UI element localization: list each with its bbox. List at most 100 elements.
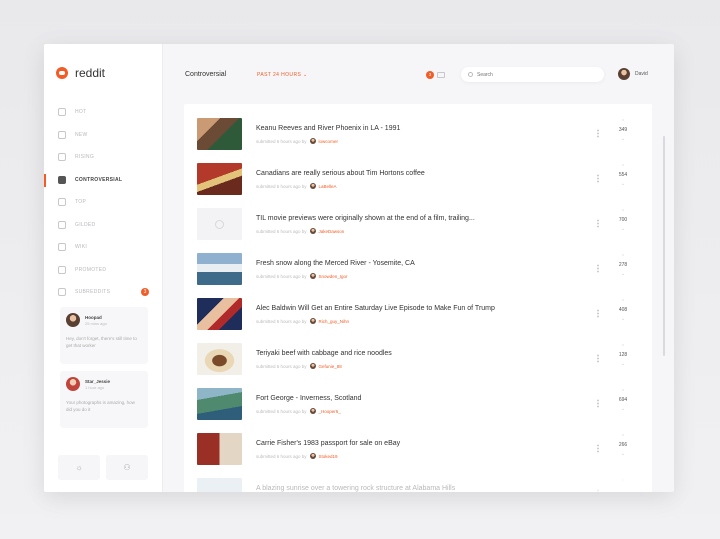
downvote-icon[interactable]: ⌄ — [613, 315, 633, 323]
trophy-icon — [58, 198, 66, 207]
sidebar-item-promoted[interactable]: PROMOTED — [44, 259, 163, 282]
post-thumbnail[interactable] — [197, 343, 242, 375]
upvote-icon[interactable]: ⌃ — [613, 163, 633, 171]
post-thumbnail[interactable] — [197, 433, 242, 465]
post-author[interactable]: lowcorner — [319, 139, 339, 144]
downvote-icon[interactable]: ⌄ — [613, 135, 633, 143]
downvote-icon[interactable]: ⌄ — [613, 405, 633, 413]
app-window: reddit HOT NEW RISING CONTROVERSIAL TOP — [44, 44, 674, 492]
post-meta-text: submitted 6 hours ago by — [256, 408, 307, 414]
logo[interactable]: reddit — [56, 66, 105, 80]
post-thumbnail[interactable] — [197, 163, 242, 195]
more-options-icon[interactable] — [597, 489, 599, 492]
post-item[interactable]: Keanu Reeves and River Phoenix in LA - 1… — [197, 118, 639, 154]
more-options-icon[interactable] — [597, 399, 599, 408]
post-item[interactable]: A blazing sunrise over a towering rock s… — [197, 478, 639, 492]
settings-button[interactable]: ☼ — [58, 455, 100, 480]
notification-badge[interactable]: 3 — [426, 71, 434, 79]
post-thumbnail[interactable] — [197, 208, 242, 240]
chevron-down-icon: ⌄ — [303, 72, 308, 78]
post-title[interactable]: Canadians are really serious about Tim H… — [256, 170, 425, 177]
vote-control: ⌃ 408 ⌄ — [613, 298, 633, 334]
post-author[interactable]: _Hooper6_ — [319, 409, 341, 414]
users-button[interactable]: ⚇ — [106, 455, 148, 480]
post-item[interactable]: TIL movie previews were originally shown… — [197, 208, 639, 244]
user-menu[interactable]: David — [618, 68, 648, 80]
post-item[interactable]: Fresh snow along the Merced River - Yose… — [197, 253, 639, 289]
sidebar-item-wiki[interactable]: WIKI — [44, 236, 163, 259]
sidebar-item-hot[interactable]: HOT — [44, 101, 163, 124]
sidebar-item-controversial[interactable]: CONTROVERSIAL — [44, 169, 163, 192]
chat-header: Star_Jessie 1 hour ago — [66, 377, 142, 391]
post-title[interactable]: Alec Baldwin Will Get an Entire Saturday… — [256, 305, 495, 312]
post-score: 694 — [618, 397, 628, 403]
downvote-icon[interactable]: ⌄ — [613, 180, 633, 188]
post-item[interactable]: Teriyaki beef with cabbage and rice nood… — [197, 343, 639, 379]
post-item[interactable]: Alec Baldwin Will Get an Entire Saturday… — [197, 298, 639, 334]
post-thumbnail[interactable] — [197, 253, 242, 285]
more-options-icon[interactable] — [597, 444, 599, 453]
more-options-icon[interactable] — [597, 309, 599, 318]
post-author[interactable]: Stoked19 — [319, 454, 338, 459]
post-meta: submitted 6 hours ago by Stoked19 — [256, 453, 338, 459]
more-options-icon[interactable] — [597, 174, 599, 183]
upvote-icon[interactable]: ⌃ — [613, 478, 633, 486]
more-options-icon[interactable] — [597, 264, 599, 273]
chat-card[interactable]: Hoopad 25 mins ago Hey, don't forget, th… — [60, 307, 148, 364]
post-title[interactable]: Keanu Reeves and River Phoenix in LA - 1… — [256, 125, 400, 132]
more-options-icon[interactable] — [597, 129, 599, 138]
sidebar-item-subreddits[interactable]: SUBREDDITS 3 — [44, 281, 163, 304]
upvote-icon[interactable]: ⌃ — [613, 343, 633, 351]
post-title[interactable]: Teriyaki beef with cabbage and rice nood… — [256, 350, 392, 357]
sidebar-item-label: HOT — [75, 109, 87, 116]
vote-control: ⌃ 694 ⌄ — [613, 388, 633, 424]
upvote-icon[interactable]: ⌃ — [613, 118, 633, 126]
post-meta: submitted 6 hours ago by lowcorner — [256, 138, 338, 144]
downvote-icon[interactable]: ⌄ — [613, 225, 633, 233]
post-meta: submitted 6 hours ago by Snowden_Igor — [256, 273, 348, 279]
post-thumbnail[interactable] — [197, 478, 242, 492]
post-title[interactable]: Fresh snow along the Merced River - Yose… — [256, 260, 415, 267]
post-meta-text: submitted 6 hours ago by — [256, 183, 307, 189]
chat-card[interactable]: Star_Jessie 1 hour ago Your photographs … — [60, 371, 148, 428]
search-bar[interactable] — [461, 67, 604, 82]
post-thumbnail[interactable] — [197, 298, 242, 330]
post-author[interactable]: Gefunie_88 — [319, 364, 342, 369]
sidebar-item-rising[interactable]: RISING — [44, 146, 163, 169]
post-item[interactable]: Carrie Fisher's 1983 passport for sale o… — [197, 433, 639, 469]
search-input[interactable] — [477, 71, 587, 78]
post-author[interactable]: Snowden_Igor — [319, 274, 348, 279]
user-name: David — [635, 71, 648, 77]
post-title[interactable]: A blazing sunrise over a towering rock s… — [256, 485, 455, 492]
post-meta: submitted 6 hours ago by Gefunie_88 — [256, 363, 342, 369]
upvote-icon[interactable]: ⌃ — [613, 208, 633, 216]
sidebar-item-gilded[interactable]: GILDED — [44, 214, 163, 237]
upvote-icon[interactable]: ⌃ — [613, 433, 633, 441]
post-author[interactable]: JakeDawson — [319, 229, 345, 234]
upvote-icon[interactable]: ⌃ — [613, 253, 633, 261]
post-author[interactable]: Rich_guy_Nihn — [319, 319, 350, 324]
more-options-icon[interactable] — [597, 354, 599, 363]
post-title[interactable]: Fort George - Inverness, Scotland — [256, 395, 361, 402]
messages-icon[interactable] — [437, 72, 445, 78]
sidebar-item-new[interactable]: NEW — [44, 124, 163, 147]
upvote-icon[interactable]: ⌃ — [613, 388, 633, 396]
sidebar-item-top[interactable]: TOP — [44, 191, 163, 214]
post-item[interactable]: Canadians are really serious about Tim H… — [197, 163, 639, 199]
upvote-icon[interactable]: ⌃ — [613, 298, 633, 306]
post-title[interactable]: Carrie Fisher's 1983 passport for sale o… — [256, 440, 400, 447]
post-title[interactable]: TIL movie previews were originally shown… — [256, 215, 475, 222]
downvote-icon[interactable]: ⌄ — [613, 360, 633, 368]
post-item[interactable]: Fort George - Inverness, Scotland submit… — [197, 388, 639, 424]
more-options-icon[interactable] — [597, 219, 599, 228]
post-thumbnail[interactable] — [197, 118, 242, 150]
post-meta: submitted 6 hours ago by _Hooper6_ — [256, 408, 341, 414]
downvote-icon[interactable]: ⌄ — [613, 270, 633, 278]
post-thumbnail[interactable] — [197, 388, 242, 420]
post-score: 700 — [618, 217, 628, 223]
post-author[interactable]: LaBelleA — [319, 184, 337, 189]
sort-dropdown[interactable]: PAST 24 HOURS ⌄ — [257, 72, 308, 78]
scrollbar[interactable] — [663, 136, 665, 356]
downvote-icon[interactable]: ⌄ — [613, 450, 633, 458]
post-meta: submitted 6 hours ago by LaBelleA — [256, 183, 337, 189]
